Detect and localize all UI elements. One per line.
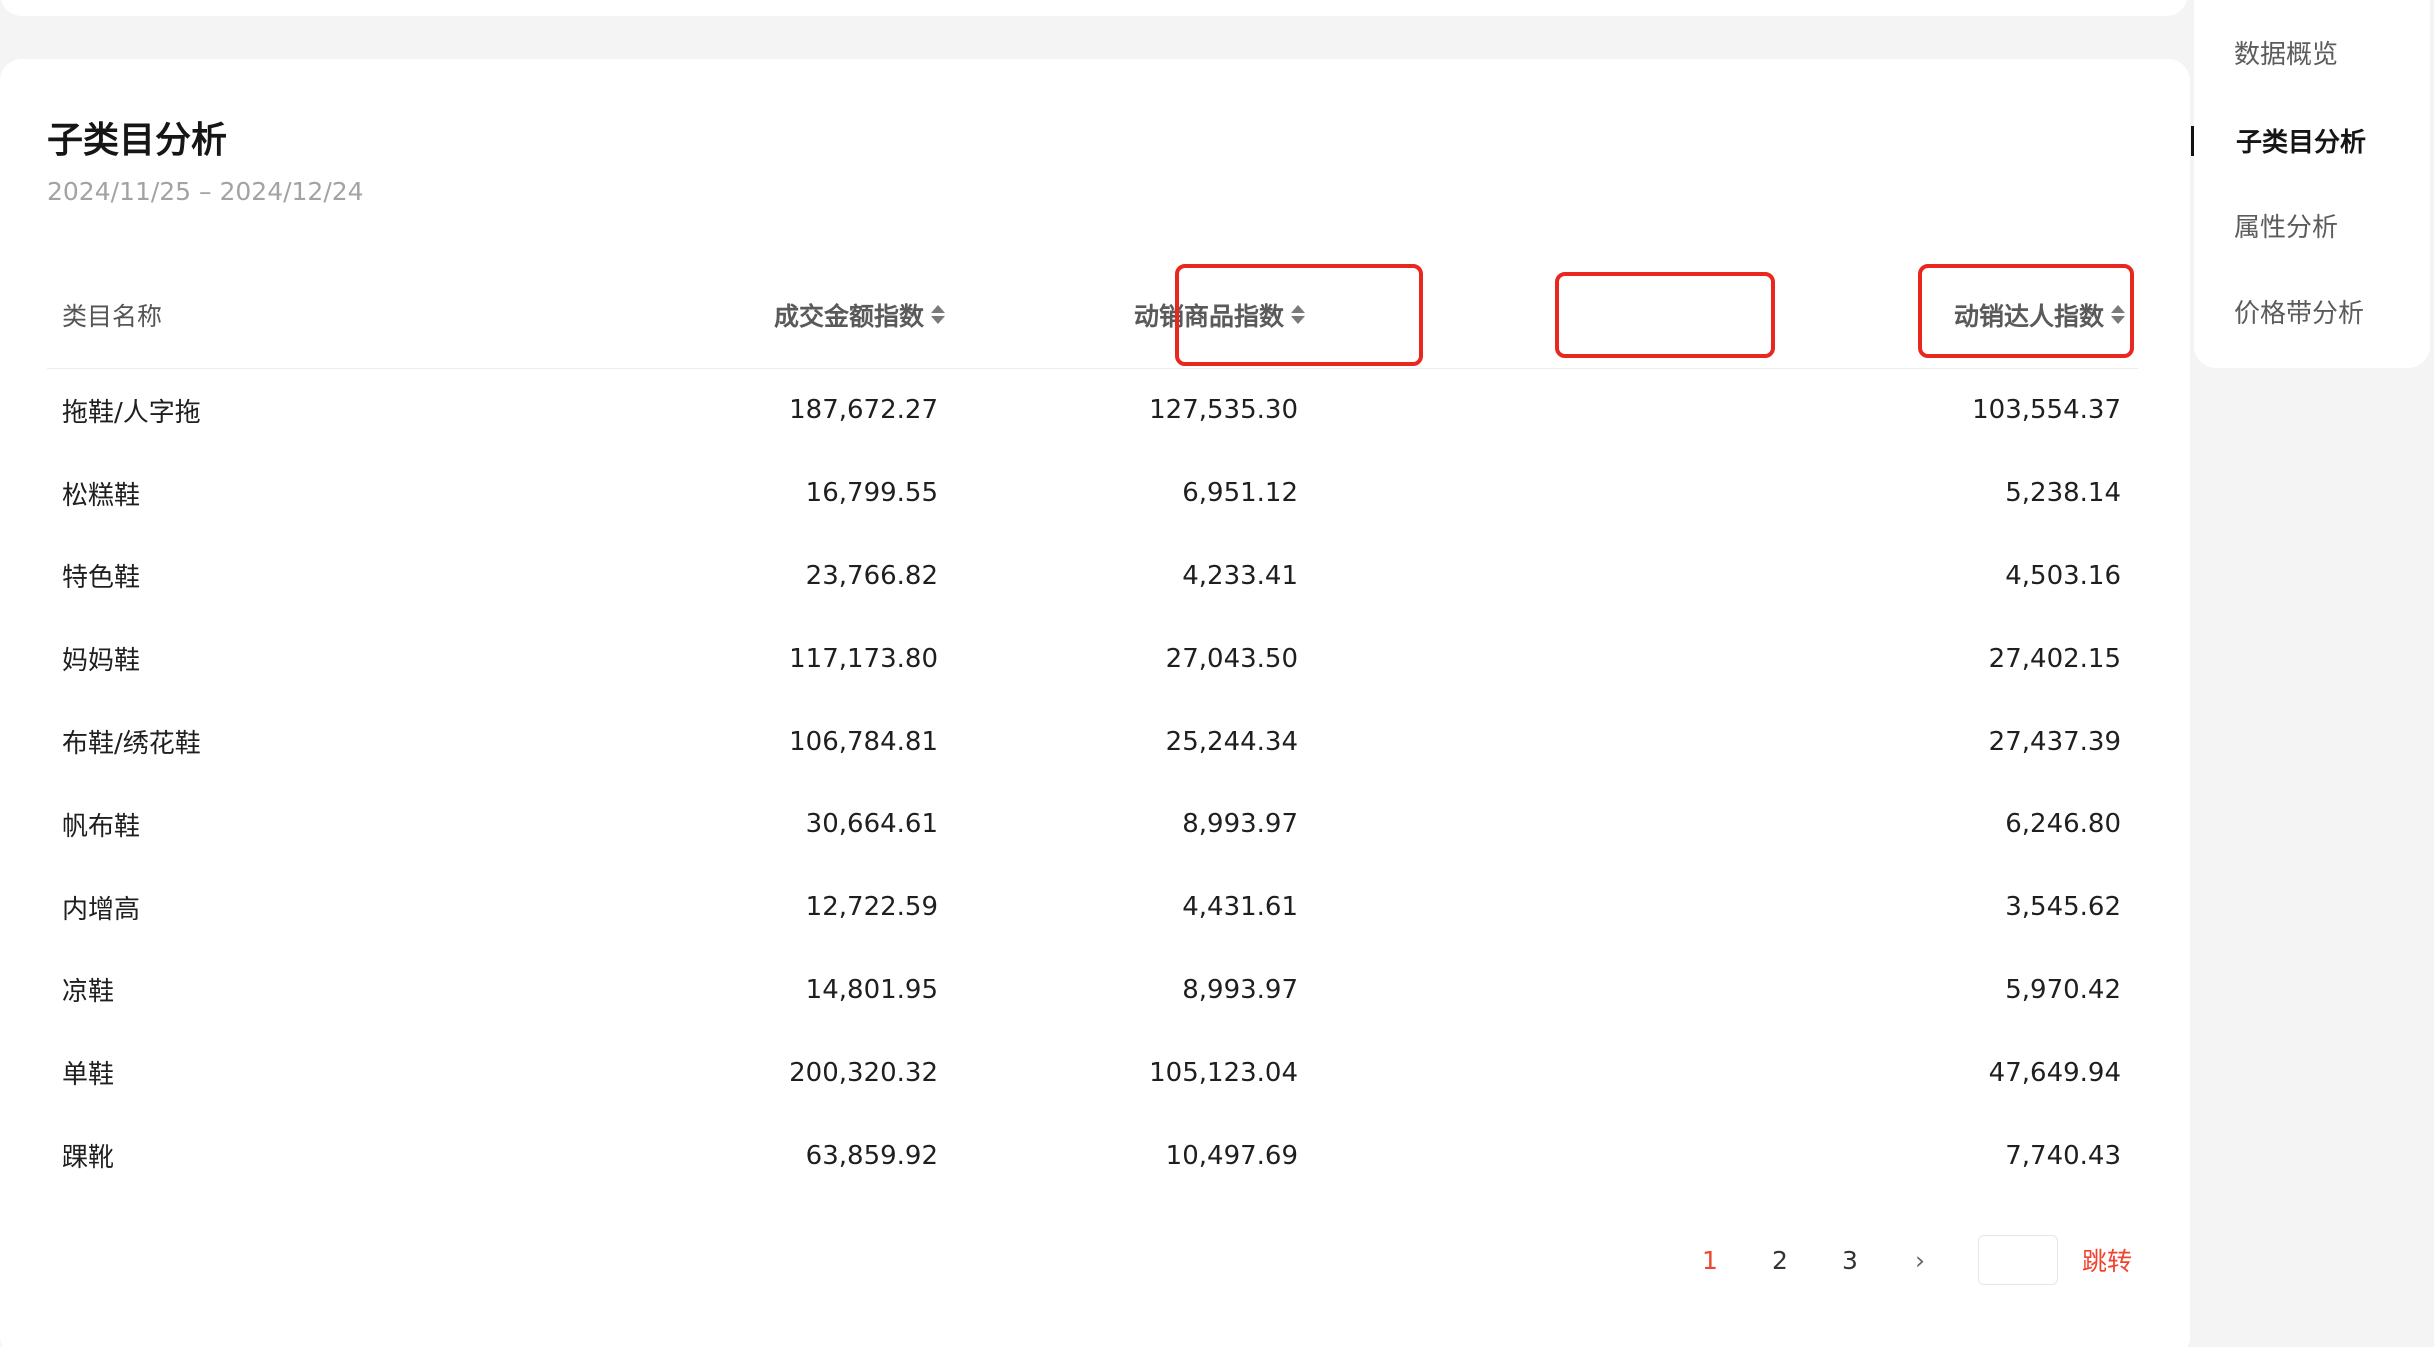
- category-name-cell: 帆布鞋: [62, 811, 141, 842]
- column-header-influencer-index[interactable]: 动销达人指数: [1954, 260, 2127, 369]
- column-header-gmv-index[interactable]: 成交金额指数: [774, 260, 947, 369]
- table-row: 布鞋/绣花鞋 106,784.81 25,244.34 27,437.39: [47, 700, 2138, 783]
- category-name-cell: 凉鞋: [62, 977, 115, 1008]
- nav-item-attribute-analysis[interactable]: 属性分析: [2234, 203, 2338, 247]
- table-row: 松糕鞋 16,799.55 6,951.12 5,238.14: [47, 452, 2138, 535]
- nav-item-price-band-analysis[interactable]: 价格带分析: [2234, 289, 2364, 333]
- page-1-button[interactable]: 1: [1690, 1232, 1730, 1288]
- page-3-button[interactable]: 3: [1830, 1232, 1870, 1288]
- gmv-index-cell: 117,173.80: [789, 643, 938, 674]
- table-row: 特色鞋 23,766.82 4,233.41 4,503.16: [47, 535, 2138, 618]
- product-index-cell: 127,535.30: [1149, 395, 1298, 426]
- category-name-cell: 松糕鞋: [62, 480, 141, 511]
- previous-card-edge: [0, 0, 2188, 16]
- pagination: 1 2 3 › 跳转: [1660, 1232, 2140, 1288]
- category-name-cell: 单鞋: [62, 1060, 115, 1091]
- page: 子类目分析 2024/11/25 – 2024/12/24 类目名称 成交金额指…: [0, 0, 2434, 1347]
- page-title: 子类目分析: [47, 120, 228, 161]
- gmv-index-cell: 14,801.95: [805, 974, 938, 1005]
- influencer-index-cell: 47,649.94: [1988, 1057, 2121, 1088]
- gmv-index-cell: 30,664.61: [805, 809, 938, 840]
- influencer-index-cell: 5,238.14: [2005, 478, 2121, 509]
- product-index-cell: 25,244.34: [1165, 726, 1298, 757]
- gmv-index-cell: 23,766.82: [805, 560, 938, 591]
- product-index-cell: 4,431.61: [1182, 892, 1298, 923]
- nav-active-indicator: [2191, 126, 2194, 156]
- sort-icon[interactable]: [931, 303, 947, 327]
- column-header-label: 动销商品指数: [1133, 301, 1284, 331]
- gmv-index-cell: 106,784.81: [789, 726, 938, 757]
- nav-item-overview[interactable]: 数据概览: [2234, 30, 2338, 74]
- column-header-label: 成交金额指数: [773, 301, 924, 331]
- product-index-cell: 10,497.69: [1165, 1140, 1298, 1171]
- sort-icon[interactable]: [2111, 303, 2127, 327]
- product-index-cell: 8,993.97: [1182, 974, 1298, 1005]
- jump-page-input[interactable]: [1978, 1235, 2058, 1285]
- table-row: 内增高 12,722.59 4,431.61 3,545.62: [47, 866, 2138, 949]
- jump-button[interactable]: 跳转: [2082, 1232, 2132, 1288]
- nav-item-subcategory-analysis[interactable]: 子类目分析: [2236, 118, 2366, 162]
- gmv-index-cell: 187,672.27: [789, 395, 938, 426]
- influencer-index-cell: 3,545.62: [2005, 892, 2121, 923]
- gmv-index-cell: 16,799.55: [805, 478, 938, 509]
- category-name-cell: 布鞋/绣花鞋: [62, 729, 201, 760]
- table-row: 妈妈鞋 117,173.80 27,043.50 27,402.15: [47, 617, 2138, 700]
- gmv-index-cell: 12,722.59: [805, 892, 938, 923]
- category-name-cell: 拖鞋/人字拖: [62, 397, 201, 428]
- product-index-cell: 4,233.41: [1182, 560, 1298, 591]
- category-name-cell: 特色鞋: [62, 563, 141, 594]
- table-row: 踝靴 63,859.92 10,497.69 7,740.43: [47, 1114, 2138, 1197]
- column-header-product-index[interactable]: 动销商品指数: [1134, 260, 1307, 369]
- influencer-index-cell: 4,503.16: [2005, 560, 2121, 591]
- product-index-cell: 105,123.04: [1149, 1057, 1298, 1088]
- table-row: 帆布鞋 30,664.61 8,993.97 6,246.80: [47, 783, 2138, 866]
- influencer-index-cell: 6,246.80: [2005, 809, 2121, 840]
- gmv-index-cell: 200,320.32: [789, 1057, 938, 1088]
- influencer-index-cell: 27,402.15: [1988, 643, 2121, 674]
- page-2-button[interactable]: 2: [1760, 1232, 1800, 1288]
- product-index-cell: 8,993.97: [1182, 809, 1298, 840]
- sort-icon[interactable]: [1291, 303, 1307, 327]
- column-header-category-name: 类目名称: [62, 301, 163, 331]
- table-body: 拖鞋/人字拖 187,672.27 127,535.30 103,554.37 …: [47, 369, 2138, 1197]
- influencer-index-cell: 5,970.42: [2005, 974, 2121, 1005]
- product-index-cell: 6,951.12: [1182, 478, 1298, 509]
- table-row: 拖鞋/人字拖 187,672.27 127,535.30 103,554.37: [47, 369, 2138, 452]
- table-header: 类目名称 成交金额指数 动销商品指数 动销达人指数: [47, 260, 2138, 369]
- subcategory-table: 类目名称 成交金额指数 动销商品指数 动销达人指数 拖鞋/人字拖 187,672…: [47, 260, 2138, 1197]
- category-name-cell: 妈妈鞋: [62, 646, 141, 677]
- influencer-index-cell: 7,740.43: [2005, 1140, 2121, 1171]
- next-page-button[interactable]: ›: [1900, 1232, 1940, 1288]
- table-row: 单鞋 200,320.32 105,123.04 47,649.94: [47, 1031, 2138, 1114]
- side-nav: 数据概览 子类目分析 属性分析 价格带分析: [2194, 0, 2430, 368]
- date-range: 2024/11/25 – 2024/12/24: [47, 177, 364, 206]
- category-name-cell: 内增高: [62, 894, 141, 925]
- column-header-label: 动销达人指数: [1953, 301, 2104, 331]
- category-name-cell: 踝靴: [62, 1143, 115, 1174]
- gmv-index-cell: 63,859.92: [805, 1140, 938, 1171]
- product-index-cell: 27,043.50: [1165, 643, 1298, 674]
- chevron-right-icon: ›: [1915, 1245, 1925, 1275]
- influencer-index-cell: 103,554.37: [1972, 395, 2121, 426]
- table-row: 凉鞋 14,801.95 8,993.97 5,970.42: [47, 949, 2138, 1032]
- influencer-index-cell: 27,437.39: [1988, 726, 2121, 757]
